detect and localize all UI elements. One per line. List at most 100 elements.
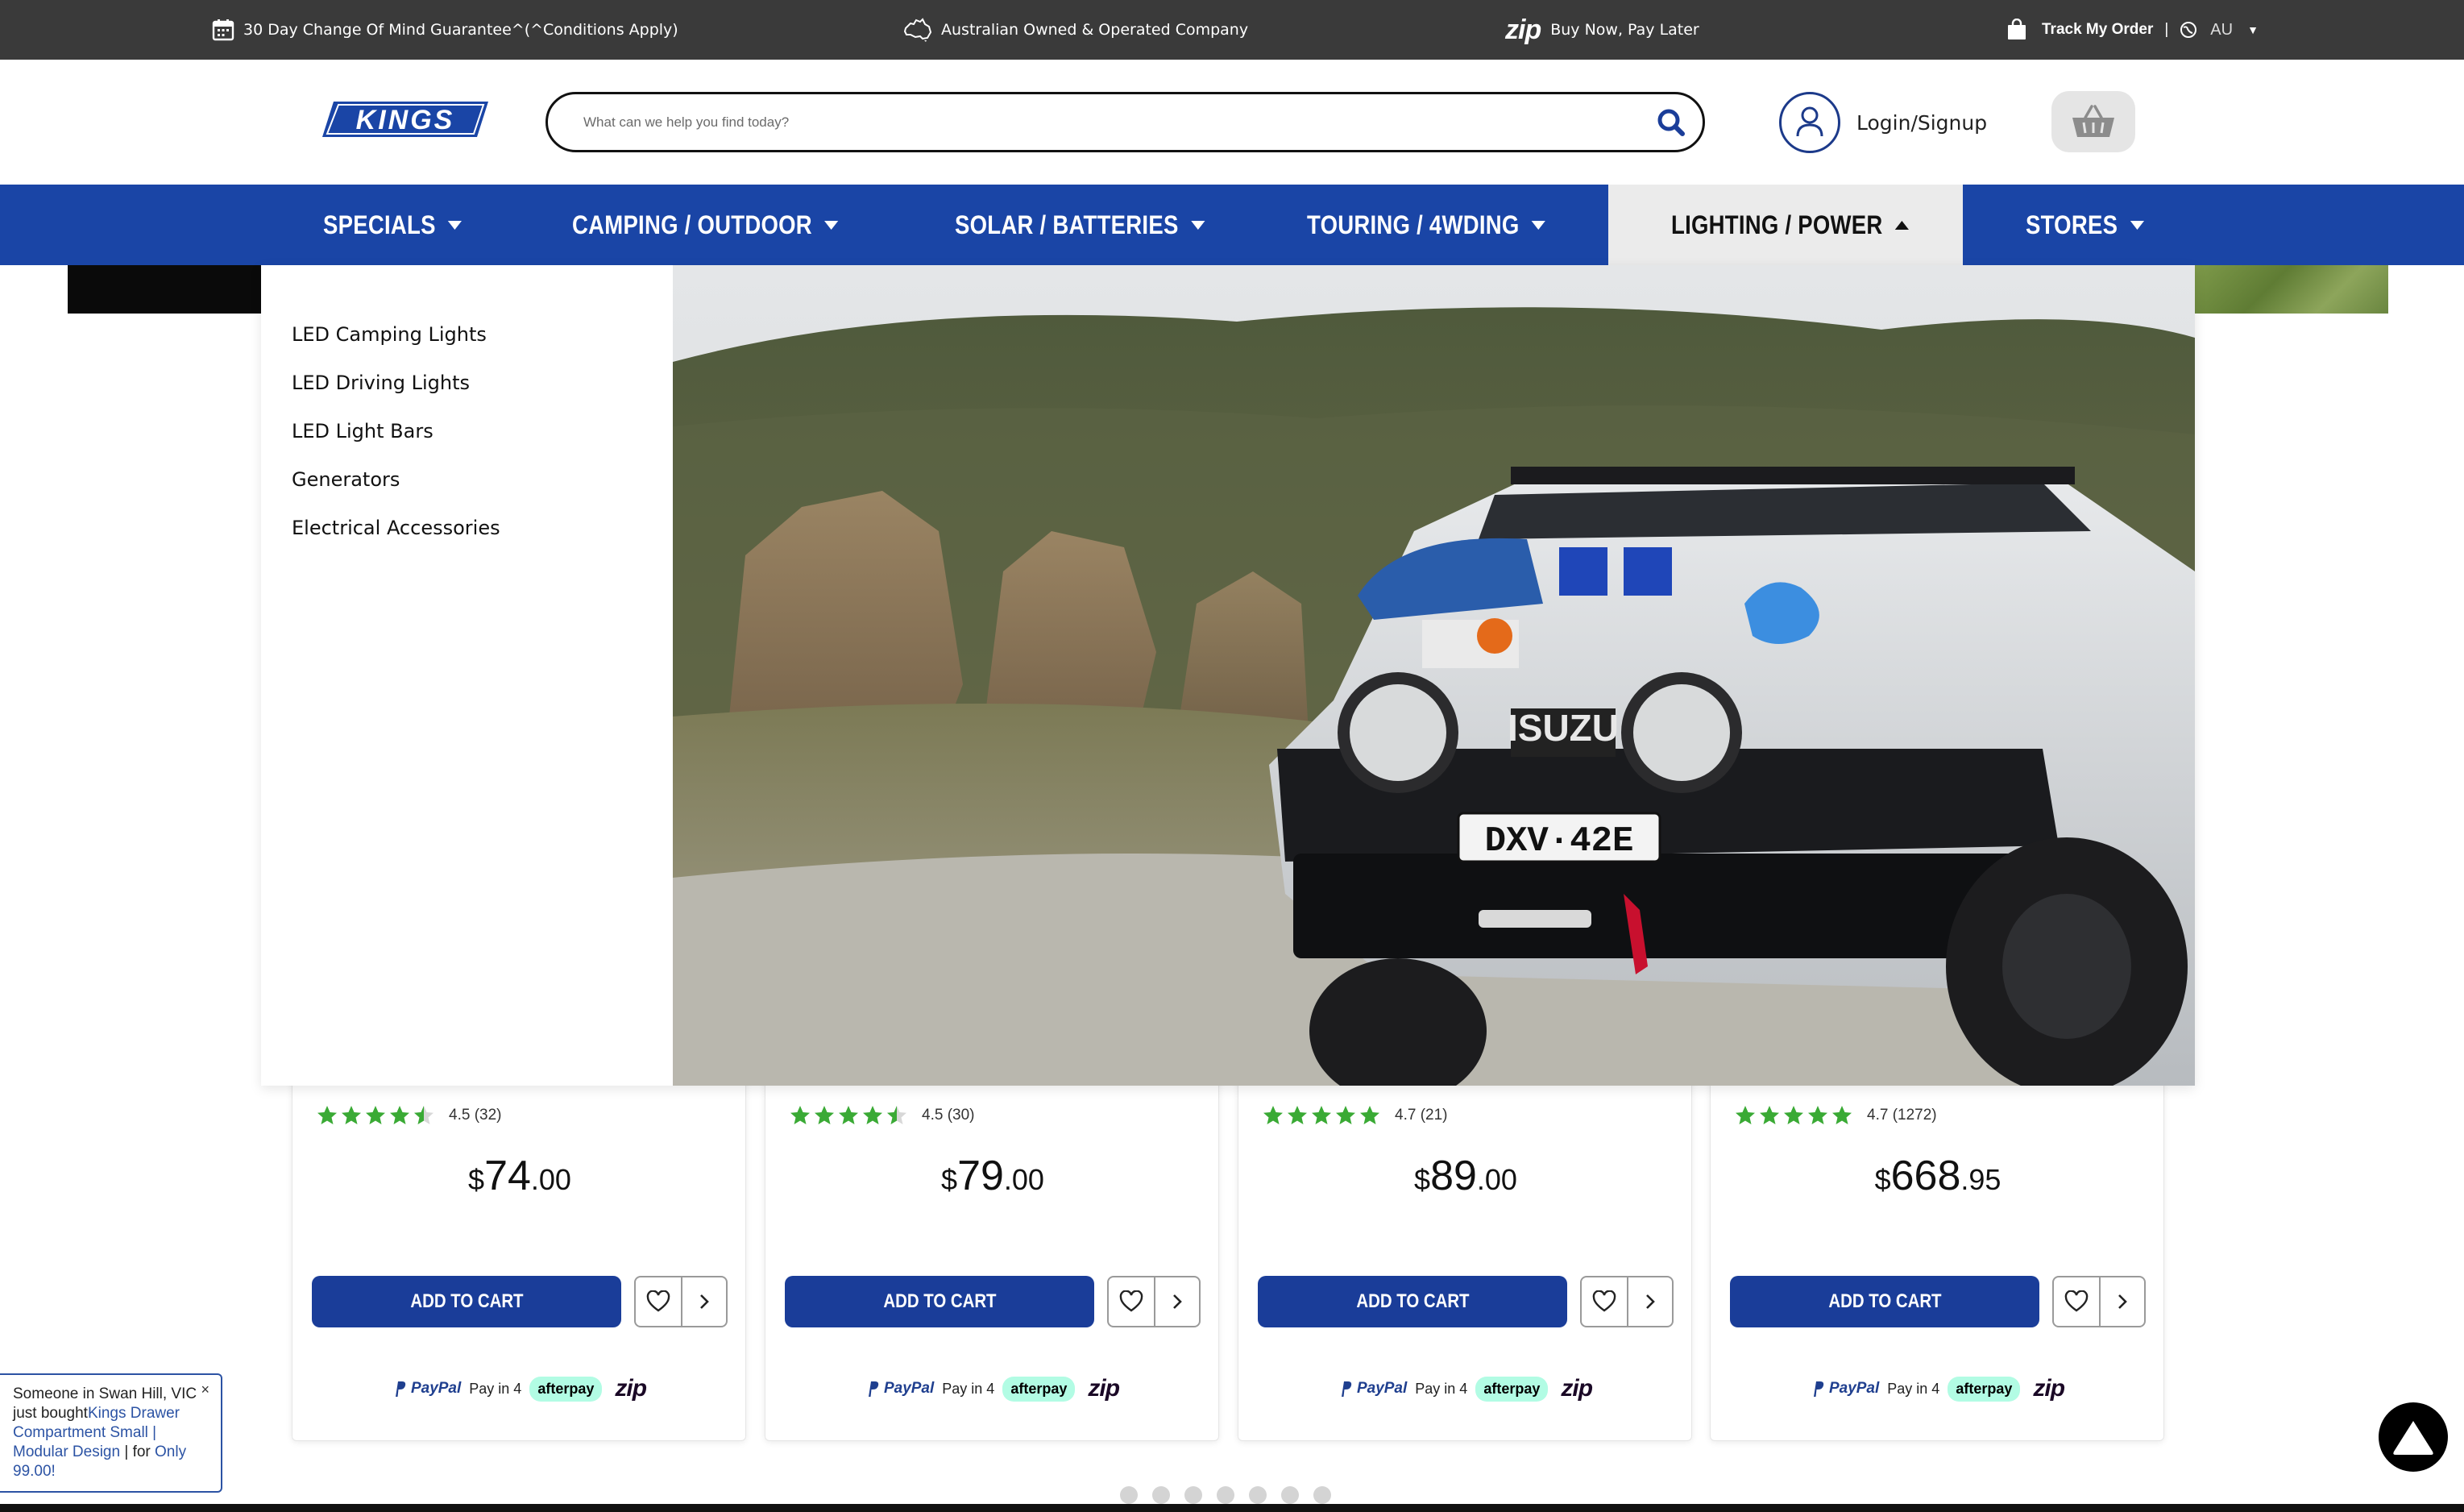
caret-down-icon [448, 220, 463, 230]
paypal-text: PayPal [410, 1380, 462, 1397]
close-icon[interactable]: × [201, 1380, 209, 1399]
add-to-cart-button[interactable]: ADD TO CART [785, 1276, 1094, 1327]
product-card[interactable]: 4.5 (30) $79.00 ADD TO CART PayPal Pay i… [765, 1056, 1219, 1441]
add-to-cart-button[interactable]: ADD TO CART [1730, 1276, 2039, 1327]
wishlist-controls [634, 1276, 728, 1327]
star-icon [815, 1106, 834, 1124]
arrow-up-icon [2393, 1421, 2433, 1455]
nav-lighting-power[interactable]: LIGHTING / POWER [1671, 185, 1910, 265]
toast-mid: | for [120, 1443, 156, 1460]
carousel-dot[interactable] [1120, 1486, 1138, 1504]
price-cents: .00 [1476, 1163, 1517, 1196]
guarantee-text: 30 Day Change Of Mind Guarantee^(^Condit… [243, 21, 678, 39]
price-cents: .95 [1960, 1163, 2001, 1196]
top-announcement-bar: 30 Day Change Of Mind Guarantee^(^Condit… [0, 0, 2464, 60]
chevron-right-icon [1646, 1294, 1655, 1309]
country-selector[interactable]: AU [2210, 21, 2233, 39]
globe-icon [2180, 22, 2197, 38]
afterpay-logo: afterpay [1475, 1376, 1549, 1402]
price-currency: $ [1874, 1163, 1891, 1196]
dropdown-item-led-driving-lights[interactable]: LED Driving Lights [292, 359, 500, 407]
calendar-icon [212, 19, 234, 41]
paypal-text: PayPal [1356, 1380, 1408, 1397]
zip-text: Buy Now, Pay Later [1550, 21, 1699, 39]
recent-purchase-toast[interactable]: × Someone in Swan Hill, VIC just boughtK… [0, 1373, 222, 1493]
dropdown-item-led-camping-lights[interactable]: LED Camping Lights [292, 310, 500, 359]
price-whole: 668 [1890, 1153, 1961, 1199]
user-icon[interactable] [1779, 92, 1840, 153]
guarantee-notice[interactable]: 30 Day Change Of Mind Guarantee^(^Condit… [211, 0, 678, 60]
wishlist-button[interactable] [2054, 1277, 2099, 1326]
product-price: $668.95 [1711, 1152, 2165, 1200]
chevron-right-icon [2118, 1294, 2127, 1309]
price-cents: .00 [530, 1163, 571, 1196]
login-signup-button[interactable]: Login/Signup [1779, 92, 1987, 153]
zip-pay-logo: zip [615, 1375, 647, 1402]
wishlist-controls [2052, 1276, 2146, 1327]
pay-in-4: Pay in 4 [1887, 1380, 1940, 1397]
dropdown-item-electrical-accessories[interactable]: Electrical Accessories [292, 504, 500, 552]
product-card[interactable]: 4.7 (1272) $668.95 ADD TO CART PayPal Pa… [1710, 1056, 2164, 1441]
nav-solar-batteries[interactable]: SOLAR / BATTERIES [955, 185, 1205, 265]
nav-camping-outdoor[interactable]: CAMPING / OUTDOOR [572, 185, 839, 265]
track-order-link[interactable]: Track My Order [2042, 21, 2153, 39]
kings-logo[interactable]: KINGS [322, 102, 488, 137]
view-product-button[interactable] [681, 1277, 726, 1326]
star-icon [342, 1106, 361, 1124]
hero-banner-edge-right [2195, 265, 2388, 314]
wishlist-controls [1580, 1276, 1674, 1327]
star-icon [1288, 1106, 1307, 1124]
dropdown-promo-image[interactable]: ISUZU DXV·42E [673, 265, 2195, 1086]
carousel-dot[interactable] [1152, 1486, 1170, 1504]
dropdown-item-led-light-bars[interactable]: LED Light Bars [292, 407, 500, 455]
search-input[interactable] [583, 109, 1615, 136]
login-label[interactable]: Login/Signup [1856, 111, 1987, 135]
carousel-dot[interactable] [1313, 1486, 1331, 1504]
site-header: KINGS Login/Signup [0, 60, 2464, 185]
pay-in-4: Pay in 4 [942, 1380, 995, 1397]
cart-button[interactable] [2051, 91, 2135, 152]
price-currency: $ [1414, 1163, 1431, 1196]
wishlist-button[interactable] [1582, 1277, 1627, 1326]
payment-options: PayPal Pay in 4 afterpay zip [292, 1373, 747, 1405]
carousel-dot[interactable] [1249, 1486, 1267, 1504]
product-card[interactable]: 4.7 (21) $89.00 ADD TO CART PayPal Pay i… [1238, 1056, 1692, 1441]
star-icon [366, 1106, 385, 1124]
separator: | [2164, 21, 2169, 38]
wishlist-button[interactable] [1109, 1277, 1154, 1326]
rating-count: 4.5 (30) [922, 1107, 975, 1124]
scroll-to-top-button[interactable] [2379, 1402, 2448, 1472]
zip-notice[interactable]: zip Buy Now, Pay Later [1505, 0, 1699, 60]
view-product-button[interactable] [2099, 1277, 2144, 1326]
main-navigation: SPECIALS CAMPING / OUTDOOR SOLAR / BATTE… [0, 185, 2464, 265]
product-card[interactable]: 4.5 (32) $74.00 ADD TO CART PayPal Pay i… [292, 1056, 746, 1441]
add-to-cart-button[interactable]: ADD TO CART [1258, 1276, 1567, 1327]
nav-label: STORES [2026, 210, 2118, 239]
add-to-cart-button[interactable]: ADD TO CART [312, 1276, 621, 1327]
paypal-text: PayPal [883, 1380, 935, 1397]
search-box[interactable] [545, 92, 1705, 152]
wishlist-button[interactable] [636, 1277, 681, 1326]
nav-touring-4wding[interactable]: TOURING / 4WDING [1307, 185, 1546, 265]
search-icon[interactable] [1654, 106, 1688, 139]
star-icon [1832, 1106, 1852, 1124]
view-product-button[interactable] [1627, 1277, 1672, 1326]
number-plate-text: DXV·42E [1485, 821, 1634, 862]
australian-owned-notice: Australian Owned & Operated Company [902, 0, 1248, 60]
afterpay-logo: afterpay [1948, 1376, 2021, 1402]
star-icon [1360, 1106, 1379, 1124]
caret-down-icon [1532, 220, 1546, 230]
nav-label: CAMPING / OUTDOOR [572, 210, 812, 239]
dropdown-item-generators[interactable]: Generators [292, 455, 500, 504]
payment-options: PayPal Pay in 4 afterpay zip [765, 1373, 1220, 1405]
nav-stores[interactable]: STORES [2026, 185, 2144, 265]
view-product-button[interactable] [1154, 1277, 1199, 1326]
country-dropdown-icon[interactable]: ▼ [2247, 23, 2259, 36]
zip-pay-logo: zip [1561, 1375, 1593, 1402]
carousel-dot[interactable] [1281, 1486, 1299, 1504]
nav-specials[interactable]: SPECIALS [323, 185, 463, 265]
carousel-dot[interactable] [1217, 1486, 1234, 1504]
paypal-logo: PayPal [866, 1380, 934, 1398]
carousel-dot[interactable] [1184, 1486, 1202, 1504]
product-price: $74.00 [292, 1152, 747, 1200]
